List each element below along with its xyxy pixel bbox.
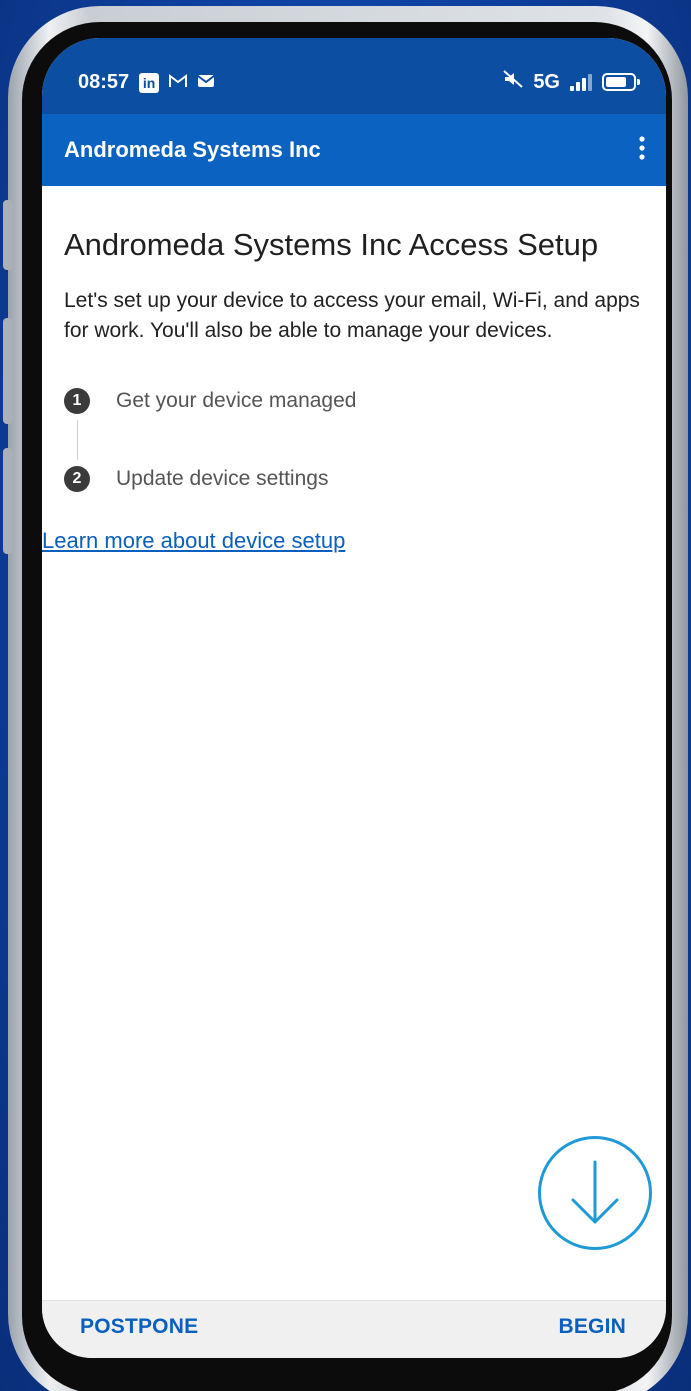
intro-text: Let's set up your device to access your … xyxy=(64,289,640,342)
phone-screen: 08:57 in 5G Andromeda Systems Inc Androm… xyxy=(42,38,666,1358)
app-bar: Andromeda Systems Inc xyxy=(42,114,666,186)
linkedin-icon: in xyxy=(139,72,160,93)
learn-more-link[interactable]: Learn more about device setup xyxy=(42,528,644,554)
main-content: Andromeda Systems Inc Access Setup Let's… xyxy=(42,186,666,554)
more-vert-icon[interactable] xyxy=(638,135,646,165)
setup-steps: 1 Get your device managed 2 Update devic… xyxy=(64,386,644,494)
bottom-action-bar: POSTPONE BEGIN xyxy=(42,1300,666,1358)
page-title: Andromeda Systems Inc Access Setup xyxy=(64,227,599,262)
network-type: 5G xyxy=(533,70,560,93)
scroll-down-button[interactable] xyxy=(538,1136,652,1250)
step-connector xyxy=(77,420,78,460)
gmail-icon xyxy=(169,72,188,93)
battery-icon xyxy=(602,73,640,91)
step-label: Update device settings xyxy=(116,467,329,490)
status-bar: 08:57 in 5G xyxy=(42,38,666,114)
begin-button[interactable]: BEGIN xyxy=(558,1315,626,1339)
step-item: 1 Get your device managed xyxy=(64,386,644,416)
mail-icon xyxy=(197,72,215,93)
volume-up-button xyxy=(3,200,13,270)
signal-icon xyxy=(570,73,592,91)
app-title: Andromeda Systems Inc xyxy=(64,137,321,162)
status-time: 08:57 xyxy=(78,71,130,93)
arrow-down-icon xyxy=(571,1160,619,1224)
mute-icon xyxy=(503,70,523,94)
volume-down-button xyxy=(3,318,13,424)
power-button xyxy=(3,448,13,554)
postpone-button[interactable]: POSTPONE xyxy=(80,1315,198,1339)
step-label: Get your device managed xyxy=(116,389,357,412)
step-item: 2 Update device settings xyxy=(64,464,644,494)
step-number-badge: 2 xyxy=(64,466,90,492)
step-number-badge: 1 xyxy=(64,388,90,414)
